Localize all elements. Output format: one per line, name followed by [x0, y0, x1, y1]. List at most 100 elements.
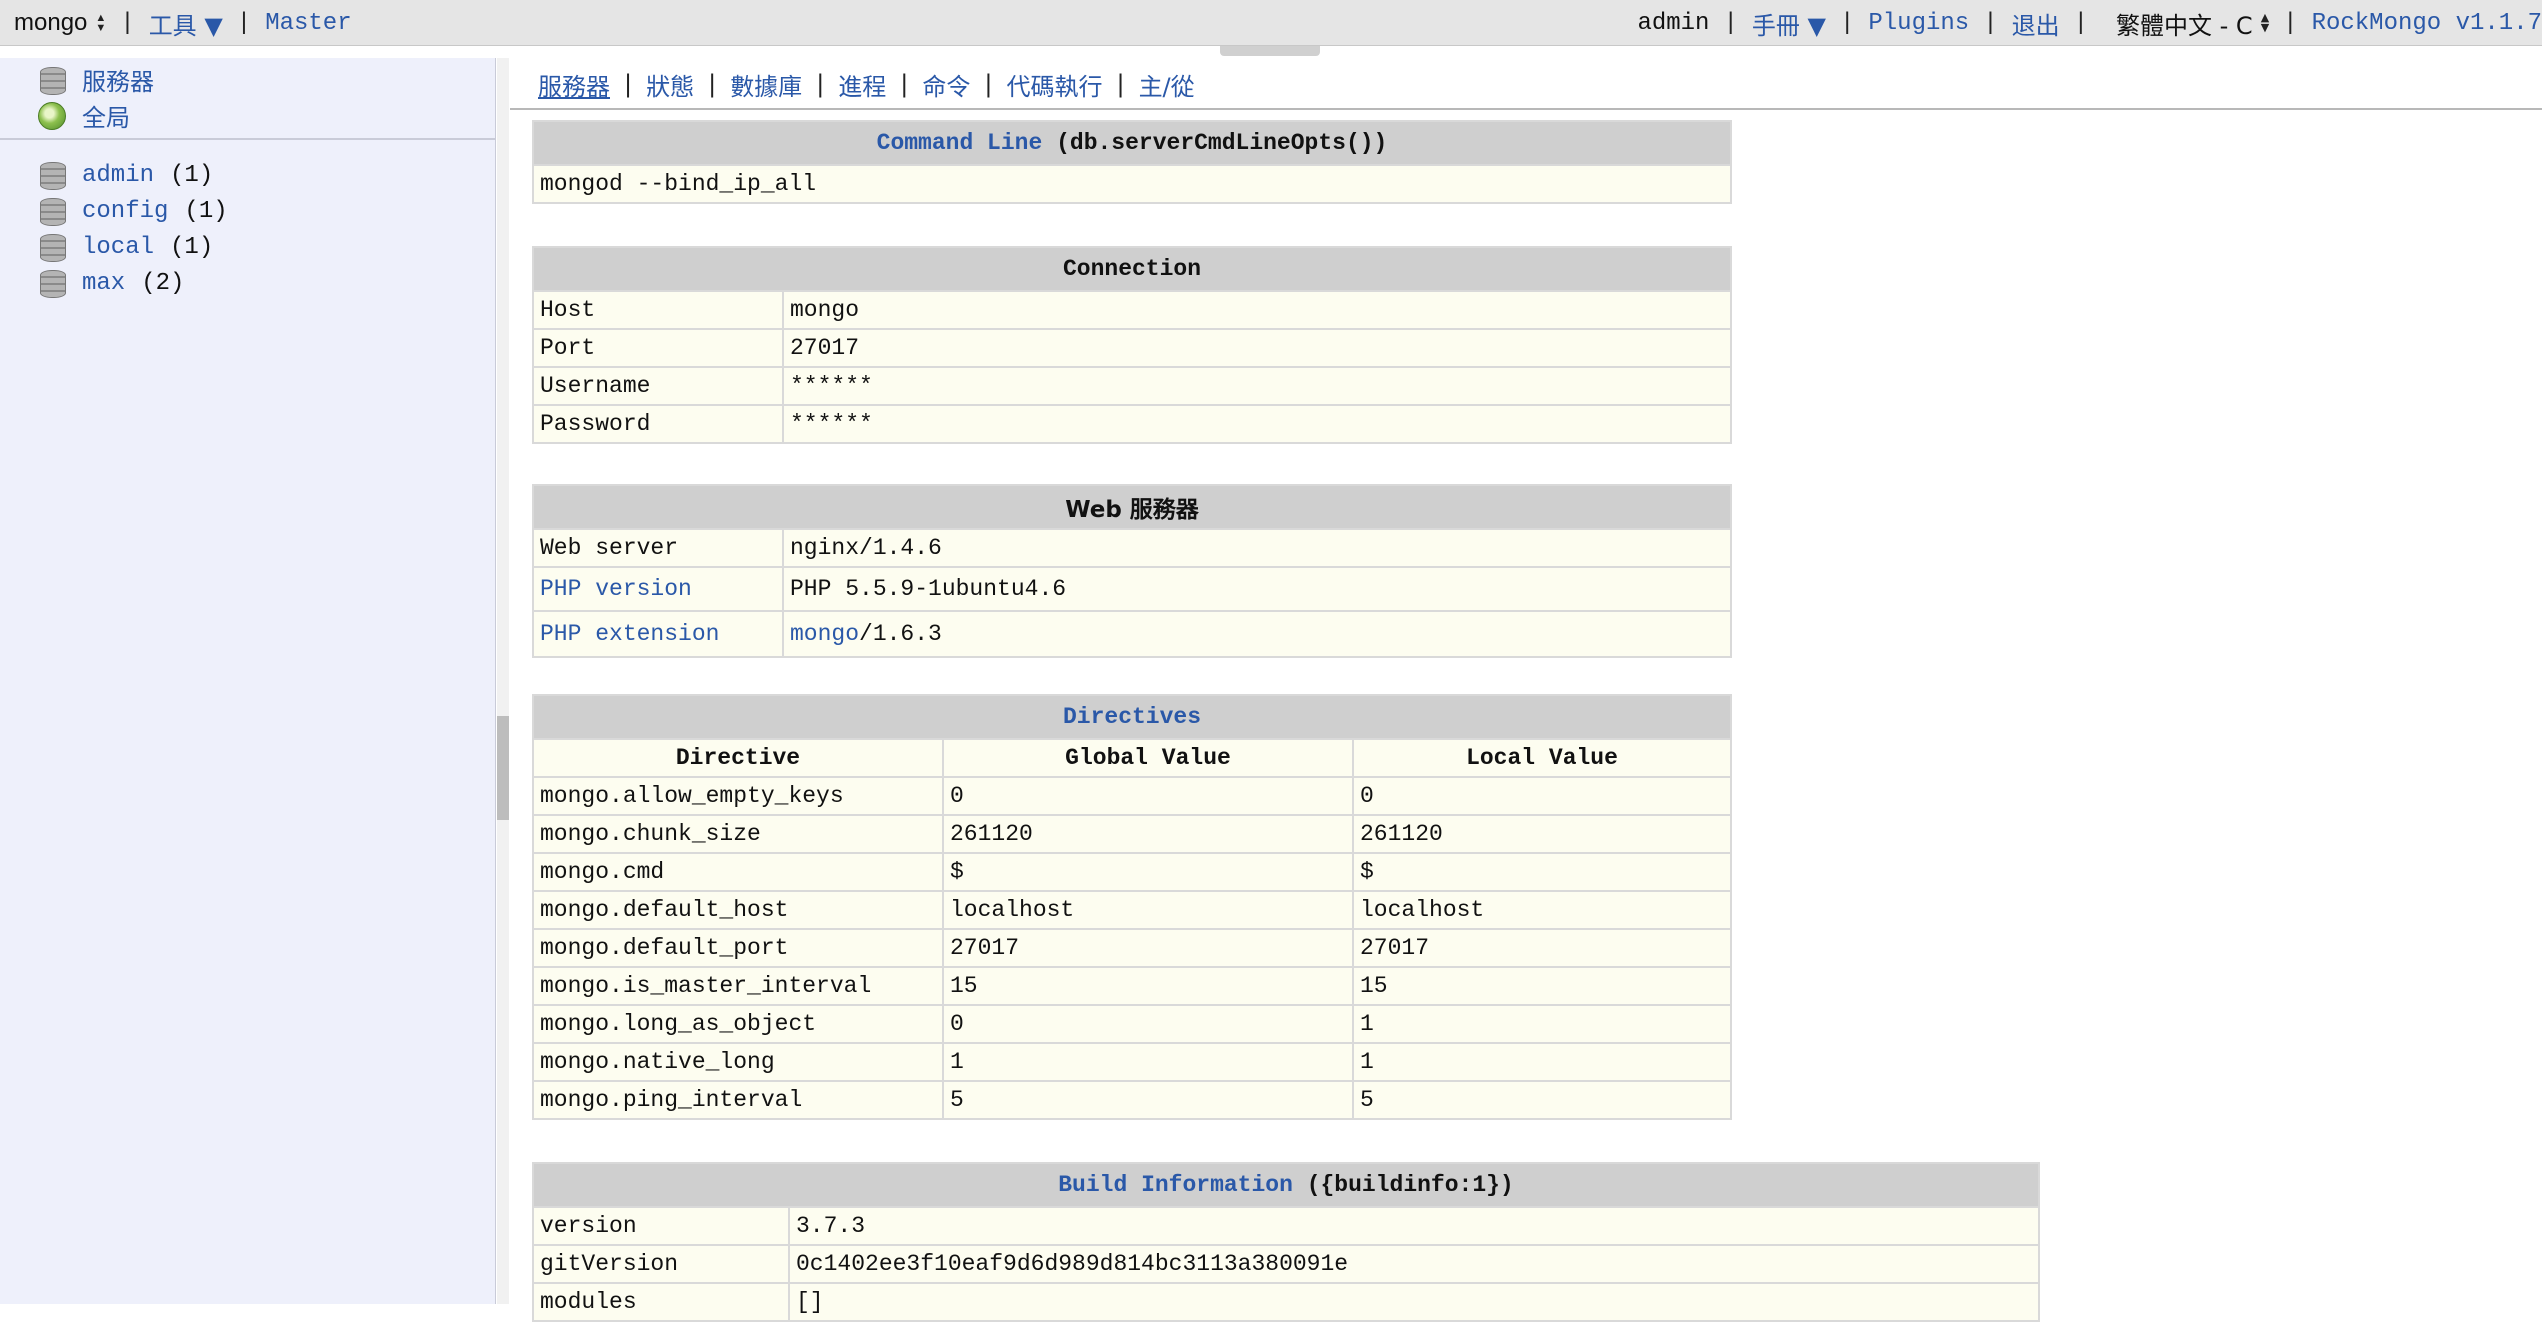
tab-replication[interactable]: 主/從: [1139, 67, 1195, 102]
sidebar-item-server[interactable]: 服務器: [38, 62, 154, 97]
local-value: 27017: [1352, 928, 1732, 968]
database-icon: [38, 268, 66, 298]
table-row: mongo.native_long 1 1: [532, 1042, 1732, 1082]
table-row: modules []: [532, 1282, 2040, 1322]
main-content: 服務器 | 狀態 | 數據庫 | 進程 | 命令 | 代碼執行 | 主/從 Co…: [510, 58, 2542, 1322]
row-key: modules: [532, 1282, 790, 1322]
row-key: Password: [532, 404, 784, 444]
row-key: Web server: [532, 528, 784, 568]
sidebar-item-global[interactable]: 全局: [38, 98, 130, 133]
mongo-extension-link[interactable]: mongo: [790, 621, 859, 647]
database-icon: [38, 232, 66, 262]
separator: |: [1983, 9, 1998, 37]
plugins-link[interactable]: Plugins: [1868, 10, 1969, 37]
server-tabs: 服務器 | 狀態 | 數據庫 | 進程 | 命令 | 代碼執行 | 主/從: [538, 66, 1195, 102]
database-icon: [38, 160, 66, 190]
tab-command[interactable]: 命令: [922, 67, 970, 102]
php-extension-link[interactable]: PHP extension: [540, 621, 719, 647]
db-count: (1): [170, 233, 214, 261]
db-name[interactable]: admin: [82, 162, 154, 189]
globe-icon: [38, 101, 66, 130]
splitter-scrollbar-thumb[interactable]: [497, 716, 509, 820]
tab-execute[interactable]: 代碼執行: [1006, 67, 1102, 102]
column-header: Directive: [532, 738, 944, 778]
db-count: (2): [141, 269, 185, 297]
table-row: version 3.7.3: [532, 1206, 2040, 1246]
table-row: Host mongo: [532, 290, 1732, 330]
local-value: 5: [1352, 1080, 1732, 1120]
tab-processes[interactable]: 進程: [838, 67, 886, 102]
local-value: localhost: [1352, 890, 1732, 930]
panel-grabber-handle[interactable]: [1220, 46, 1320, 56]
tools-menu[interactable]: 工具 ▼: [149, 6, 223, 41]
column-header: Global Value: [942, 738, 1354, 778]
row-value: mongo: [782, 290, 1732, 330]
directive-name: mongo.default_port: [532, 928, 944, 968]
table-row: Port 27017: [532, 328, 1732, 368]
header-suffix: (db.serverCmdLineOpts()): [1056, 130, 1388, 156]
db-name[interactable]: config: [82, 198, 168, 225]
build-info-doc-link[interactable]: Build Information: [1058, 1172, 1293, 1198]
extension-version: /1.6.3: [859, 621, 942, 647]
current-user: admin: [1637, 9, 1710, 37]
top-bar: mongo ▲ ▼ | 工具 ▼ | Master admin | 手冊 ▼ | …: [0, 0, 2542, 46]
top-bar-left: mongo ▲ ▼ | 工具 ▼ | Master: [14, 6, 352, 40]
sidebar: 服務器 全局 admin (1) config (1) local (1) ma…: [0, 58, 496, 1304]
table-row: PHP version PHP 5.5.9-1ubuntu4.6: [532, 566, 1732, 612]
build-info-table: Build Information ({buildinfo:1}) versio…: [532, 1162, 2040, 1322]
global-value: 0: [942, 1004, 1354, 1044]
command-line-doc-link[interactable]: Command Line: [877, 130, 1043, 156]
php-version-link[interactable]: PHP version: [540, 576, 692, 602]
master-link[interactable]: Master: [265, 10, 351, 37]
connection-table: Connection Host mongo Port 27017 Usernam…: [532, 246, 1732, 444]
global-value: 5: [942, 1080, 1354, 1120]
global-value: 1: [942, 1042, 1354, 1082]
sidebar-item-label[interactable]: 全局: [82, 98, 130, 133]
local-value: 1: [1352, 1004, 1732, 1044]
table-row: gitVersion 0c1402ee3f10eaf9d6d989d814bc3…: [532, 1244, 2040, 1284]
tab-server[interactable]: 服務器: [538, 67, 610, 102]
directives-doc-link[interactable]: Directives: [1063, 704, 1201, 730]
directive-name: mongo.chunk_size: [532, 814, 944, 854]
sidebar-db-item[interactable]: local (1): [38, 232, 213, 262]
server-select-value: mongo: [14, 9, 88, 36]
row-value: mongo/1.6.3: [782, 610, 1732, 658]
global-value: 15: [942, 966, 1354, 1006]
column-header: Local Value: [1352, 738, 1732, 778]
row-value: 27017: [782, 328, 1732, 368]
sidebar-db-item[interactable]: admin (1): [38, 160, 213, 190]
global-value: localhost: [942, 890, 1354, 930]
command-line-value: mongod --bind_ip_all: [532, 164, 1732, 204]
directive-name: mongo.cmd: [532, 852, 944, 892]
app-version-link[interactable]: RockMongo v1.1.7: [2312, 10, 2542, 37]
row-value: 3.7.3: [788, 1206, 2040, 1246]
table-header: Command Line (db.serverCmdLineOpts()): [532, 120, 1732, 166]
db-name[interactable]: local: [82, 234, 154, 261]
directive-name: mongo.long_as_object: [532, 1004, 944, 1044]
table-row: Web server nginx/1.4.6: [532, 528, 1732, 568]
db-name[interactable]: max: [82, 270, 125, 297]
table-row: mongo.ping_interval 5 5: [532, 1080, 1732, 1120]
row-value: nginx/1.4.6: [782, 528, 1732, 568]
web-server-table: Web 服務器 Web server nginx/1.4.6 PHP versi…: [532, 484, 1732, 658]
tab-status[interactable]: 狀態: [646, 67, 694, 102]
separator: |: [2073, 9, 2088, 37]
logout-link[interactable]: 退出: [2012, 6, 2060, 41]
splitter-scrollbar[interactable]: [497, 58, 509, 1304]
tab-databases[interactable]: 數據庫: [730, 67, 802, 102]
manual-menu[interactable]: 手冊 ▼: [1752, 6, 1826, 41]
sidebar-item-label[interactable]: 服務器: [82, 62, 154, 97]
local-value: $: [1352, 852, 1732, 892]
table-row: mongo.default_host localhost localhost: [532, 890, 1732, 930]
separator: |: [624, 70, 633, 98]
table-row: mongo.default_port 27017 27017: [532, 928, 1732, 968]
sidebar-db-item[interactable]: max (2): [38, 268, 184, 298]
table-header: Directives: [532, 694, 1732, 740]
updown-arrows-icon: ▲ ▼: [95, 12, 107, 34]
table-row: mongo.cmd $ $: [532, 852, 1732, 892]
directive-name: mongo.ping_interval: [532, 1080, 944, 1120]
language-select[interactable]: 繁體中文 - C ▲ ▼: [2116, 6, 2269, 41]
server-select[interactable]: mongo ▲ ▼: [14, 9, 106, 37]
sidebar-db-item[interactable]: config (1): [38, 196, 228, 226]
command-line-table: Command Line (db.serverCmdLineOpts()) mo…: [532, 120, 1732, 204]
